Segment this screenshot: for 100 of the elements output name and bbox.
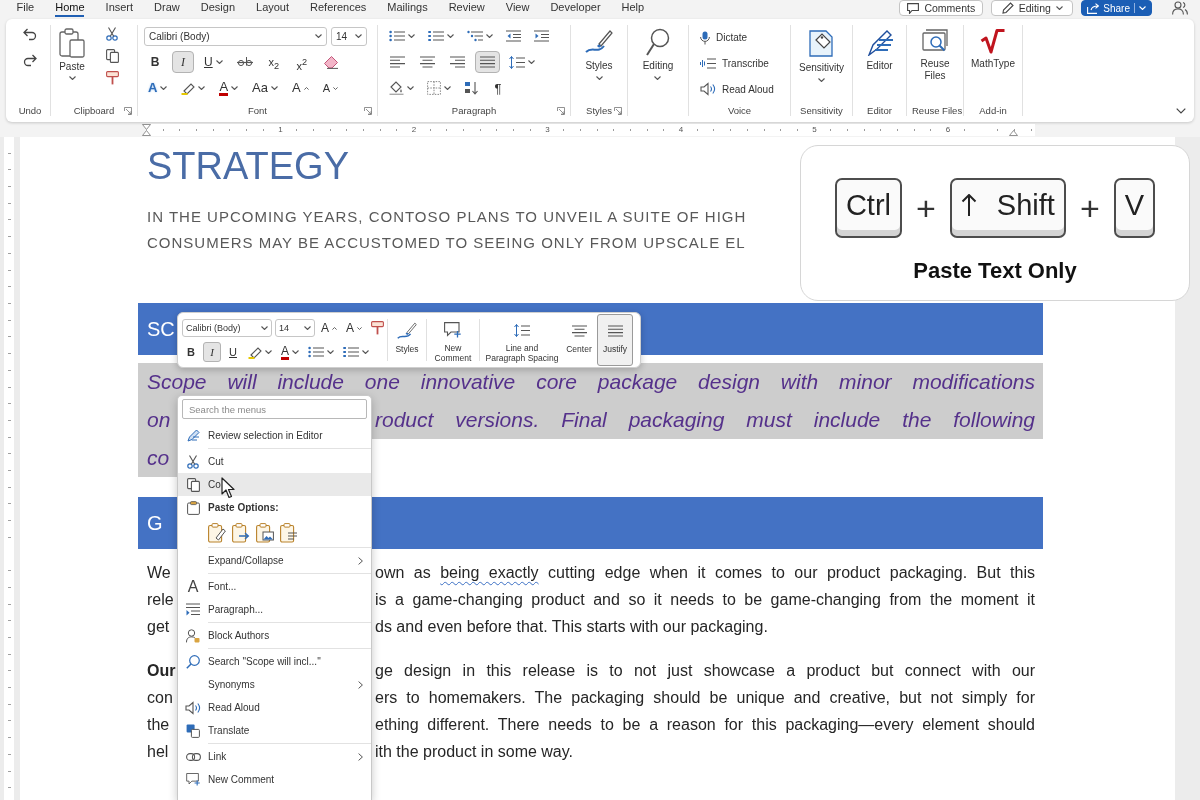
copy-icon — [105, 49, 119, 63]
styles-button[interactable]: Styles — [391, 314, 423, 366]
menu-item[interactable]: Link — [178, 745, 371, 768]
key-label: Ctrl — [845, 189, 891, 221]
menu-item[interactable]: Review selection in Editor — [178, 424, 371, 447]
chevron-down-icon[interactable] — [1176, 108, 1186, 114]
paragraph-text: own as being exactly cutting edge when it comes to our product packaging. But this — [375, 563, 1035, 583]
menu-tab[interactable]: Help — [611, 0, 655, 17]
shrink-font-button[interactable]: A — [343, 318, 366, 338]
underline-button[interactable]: U — [200, 51, 227, 73]
menu-tab[interactable]: Draw — [143, 0, 191, 17]
indent-marker-icon[interactable] — [142, 124, 151, 136]
share-button[interactable]: Share — [1081, 0, 1152, 16]
italic-button[interactable]: I — [203, 342, 221, 362]
menu-tab[interactable]: Developer — [539, 0, 612, 17]
people-icon[interactable] — [1172, 1, 1188, 15]
spacing-button[interactable]: Line and Paragraph Spacing — [483, 314, 561, 366]
clipboard-brush-icon[interactable] — [208, 522, 226, 543]
subscript-button[interactable]: x$_{2}$ — [262, 51, 285, 73]
menu-item[interactable]: Expand/Collapse — [178, 549, 371, 572]
styles-button[interactable]: Styles — [583, 23, 615, 102]
caret-icon — [261, 326, 268, 330]
center-button[interactable]: Center — [561, 314, 597, 366]
reuse-files-button[interactable]: Reuse Files — [916, 23, 954, 102]
read-aloud-button[interactable]: Read Aloud — [695, 78, 779, 101]
menu-item[interactable]: Cut — [178, 450, 371, 473]
underline-button[interactable]: U — [224, 342, 242, 362]
comments-button[interactable]: Comments — [899, 0, 984, 16]
caret-icon — [1139, 6, 1146, 10]
mathtype-button[interactable]: MathType — [969, 23, 1017, 102]
caret-icon — [486, 34, 493, 38]
caret-icon — [160, 86, 168, 90]
font-color-button[interactable]: A — [278, 342, 302, 362]
text-lines-icon — [186, 603, 200, 616]
comment-plus-icon — [185, 773, 201, 786]
menu-item[interactable]: Paste Options: — [178, 496, 371, 519]
menu-item[interactable]: A Font... — [178, 575, 371, 598]
dialog-launcher-icon[interactable] — [557, 106, 565, 115]
menu-tab[interactable]: References — [299, 0, 377, 17]
dialog-launcher-icon[interactable] — [124, 106, 132, 115]
menu-item[interactable]: Search "Scope will incl..." — [178, 650, 371, 673]
new-comment-button[interactable]: New Comment — [430, 314, 476, 366]
menu-tab[interactable]: File — [6, 0, 45, 17]
paint-bucket-icon — [389, 81, 404, 95]
caret-icon — [292, 350, 299, 354]
editor-button[interactable]: Editor — [863, 23, 896, 102]
font-name-field[interactable]: Calibri (Body) — [182, 319, 272, 337]
text-effects-button[interactable]: A — [144, 77, 172, 99]
paste-button[interactable]: Paste — [57, 23, 87, 102]
group-label: Add-in — [979, 105, 1007, 116]
editing-mode-button[interactable]: Editing — [991, 0, 1074, 16]
align-right-icon — [450, 56, 465, 68]
dialog-launcher-icon[interactable] — [364, 106, 372, 115]
shortcut-caption: Paste Text Only — [913, 258, 1077, 284]
menu-tab[interactable]: Review — [438, 0, 496, 17]
menu-item[interactable]: New Comment — [178, 768, 371, 791]
transcribe-button[interactable]: Transcribe — [695, 52, 774, 75]
menu-tab[interactable]: Design — [190, 0, 246, 17]
clipboard-picture-icon[interactable] — [256, 522, 274, 543]
menu-item[interactable]: Translate — [178, 719, 371, 742]
menu-tab[interactable]: Mailings — [376, 0, 439, 17]
dialog-launcher-icon[interactable] — [614, 106, 622, 115]
menu-tab[interactable]: View — [495, 0, 540, 17]
menu-tab[interactable]: Insert — [95, 0, 144, 17]
show-marks-button[interactable]: ¶ — [487, 77, 509, 99]
justify-button[interactable]: Justify — [597, 314, 633, 366]
menu-item[interactable]: Paragraph... — [178, 598, 371, 621]
superscript-button[interactable]: x$^{2}$ — [290, 51, 313, 73]
shrink-font-button[interactable]: A — [318, 77, 342, 99]
menu-item[interactable]: Co — [178, 473, 371, 496]
paragraph-text: Scope will include one innovative core package design with minor modifications — [147, 369, 1035, 395]
editing-button[interactable]: Editing — [640, 23, 676, 102]
align-justify-button[interactable] — [475, 51, 500, 73]
change-case-button[interactable]: Aa — [248, 77, 282, 99]
menu-item[interactable]: Read Aloud — [178, 696, 371, 719]
paragraph-line: IN THE UPCOMING YEARS, CONTOSO PLANS TO UNVEIL A SUITE OF HIGH — [147, 207, 747, 227]
font-color-button[interactable]: A — [215, 77, 243, 99]
bold-button[interactable]: B — [144, 51, 166, 73]
clipboard-text-icon[interactable] — [280, 522, 298, 543]
caret-icon — [447, 34, 454, 38]
menu-item[interactable]: Block Authors — [178, 624, 371, 647]
comment-icon — [907, 2, 920, 14]
menu-item[interactable]: Synonyms — [178, 673, 371, 696]
sensitivity-button[interactable]: Sensitivity — [797, 23, 846, 102]
grow-font-button[interactable]: A — [287, 77, 313, 99]
letter-glyph-icon: A — [187, 578, 199, 595]
ruler-number: 6 — [943, 125, 953, 135]
menu-tab[interactable]: Layout — [245, 0, 300, 17]
paragraph-text: con — [147, 688, 173, 708]
caret-down-icon — [357, 326, 363, 330]
dictate-button[interactable]: Dictate — [695, 26, 753, 49]
italic-button[interactable]: I — [172, 51, 194, 73]
font-size-field[interactable]: 14 — [331, 26, 367, 46]
numbered-list-icon — [343, 346, 359, 358]
font-name-field[interactable]: Calibri (Body) — [144, 26, 327, 46]
bold-button[interactable]: B — [182, 342, 200, 362]
speaker-icon — [700, 82, 716, 97]
font-size-field[interactable]: 14 — [275, 319, 315, 337]
grow-font-button[interactable]: A — [318, 318, 340, 338]
search-field[interactable]: Search the menus — [182, 399, 367, 419]
